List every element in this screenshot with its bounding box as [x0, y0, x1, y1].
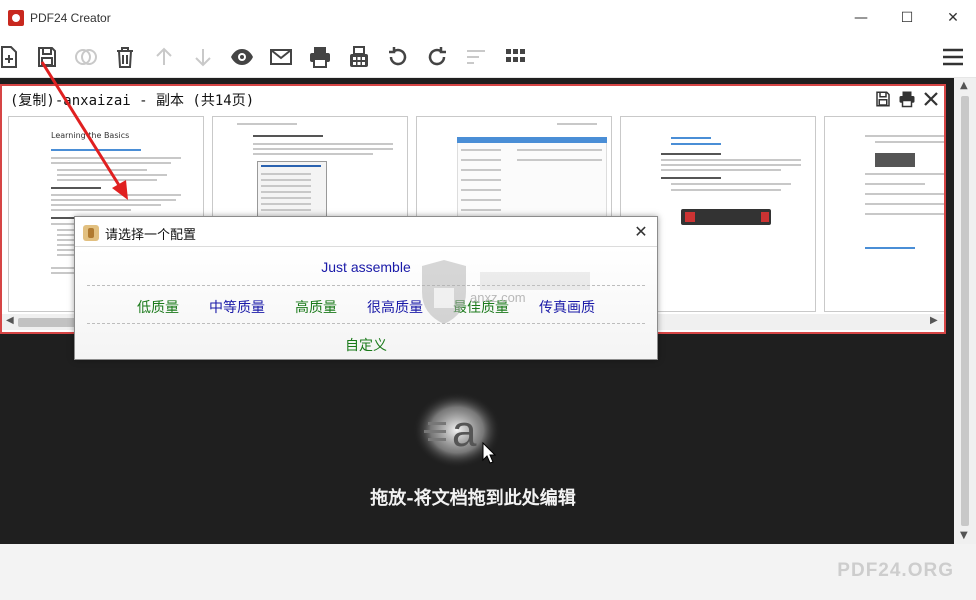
print-button[interactable]	[305, 42, 335, 72]
email-button[interactable]	[266, 42, 296, 72]
scroll-up-arrow-icon[interactable]: ▲	[960, 80, 968, 91]
option-low-quality[interactable]: 低质量	[137, 297, 179, 317]
svg-text:a: a	[452, 407, 477, 456]
dialog-close-button[interactable]: ✕	[631, 222, 651, 242]
sort-icon	[467, 50, 485, 64]
add-file-icon	[1, 46, 17, 68]
move-down-button[interactable]	[188, 42, 218, 72]
delete-button[interactable]	[110, 42, 140, 72]
vertical-scrollbar[interactable]: ▲ ▼	[954, 78, 976, 544]
grid-view-icon	[506, 49, 525, 62]
save-button[interactable]	[32, 42, 62, 72]
move-up-icon	[156, 47, 172, 65]
thumbnail-heading: Learning the Basics	[51, 131, 130, 140]
hamburger-menu-icon	[943, 48, 963, 66]
main-menu-button[interactable]	[938, 42, 968, 72]
footer: PDF24.ORG	[0, 544, 976, 600]
sort-button[interactable]	[461, 42, 491, 72]
document-actions	[872, 88, 942, 110]
document-save-button[interactable]	[872, 88, 894, 110]
rotate-right-button[interactable]	[422, 42, 452, 72]
option-custom[interactable]: 自定义	[75, 335, 657, 355]
drop-zone-text: 拖放-将文档拖到此处编辑	[370, 488, 576, 509]
dialog-title-bar: 请选择一个配置 ✕	[75, 217, 657, 247]
scroll-left-arrow-icon[interactable]: ◀	[6, 315, 14, 326]
rotate-left-button[interactable]	[383, 42, 413, 72]
title-bar: PDF24 Creator — ☐ ✕	[0, 0, 976, 36]
scroll-down-arrow-icon[interactable]: ▼	[960, 530, 968, 541]
grid-view-button[interactable]	[500, 42, 530, 72]
preview-eye-icon	[231, 49, 253, 65]
close-icon	[924, 92, 938, 106]
dialog-title: 请选择一个配置	[105, 228, 197, 243]
save-icon	[876, 91, 890, 107]
merge-button[interactable]	[71, 42, 101, 72]
rotate-right-icon	[428, 47, 446, 66]
move-up-button[interactable]	[149, 42, 179, 72]
toolbar	[0, 36, 976, 78]
document-close-button[interactable]	[920, 88, 942, 110]
scroll-right-arrow-icon[interactable]: ▶	[930, 315, 938, 326]
preview-button[interactable]	[227, 42, 257, 72]
mouse-cursor-icon	[482, 442, 496, 464]
fax-icon	[350, 46, 368, 67]
delete-icon	[117, 47, 133, 68]
minimize-button[interactable]: —	[838, 0, 884, 36]
page-thumbnail[interactable]	[824, 116, 944, 312]
merge-icon	[75, 49, 97, 65]
fax-button[interactable]	[344, 42, 374, 72]
print-icon	[310, 47, 330, 68]
save-icon	[38, 47, 56, 67]
pdf24-app-icon	[8, 10, 24, 26]
add-file-button[interactable]	[0, 42, 24, 72]
move-down-icon	[195, 49, 211, 67]
vertical-scroll-thumb[interactable]	[961, 96, 969, 526]
option-medium-quality[interactable]: 中等质量	[209, 297, 265, 317]
print-icon	[899, 91, 915, 108]
window-controls: — ☐ ✕	[838, 0, 976, 36]
email-icon	[270, 49, 292, 65]
rotate-left-icon	[389, 47, 407, 66]
close-button[interactable]: ✕	[930, 0, 976, 36]
watermark-text: anxz.com	[470, 290, 526, 305]
dialog-icon	[83, 225, 99, 241]
document-print-button[interactable]	[896, 88, 918, 110]
document-header: (复制)-anxaizai - 副本 (共14页)	[2, 86, 944, 112]
window-title: PDF24 Creator	[30, 11, 111, 25]
brand-text: PDF24.ORG	[837, 560, 954, 581]
option-high-quality[interactable]: 高质量	[295, 297, 337, 317]
document-title: (复制)-anxaizai - 副本 (共14页)	[10, 93, 255, 109]
maximize-button[interactable]: ☐	[884, 0, 930, 36]
